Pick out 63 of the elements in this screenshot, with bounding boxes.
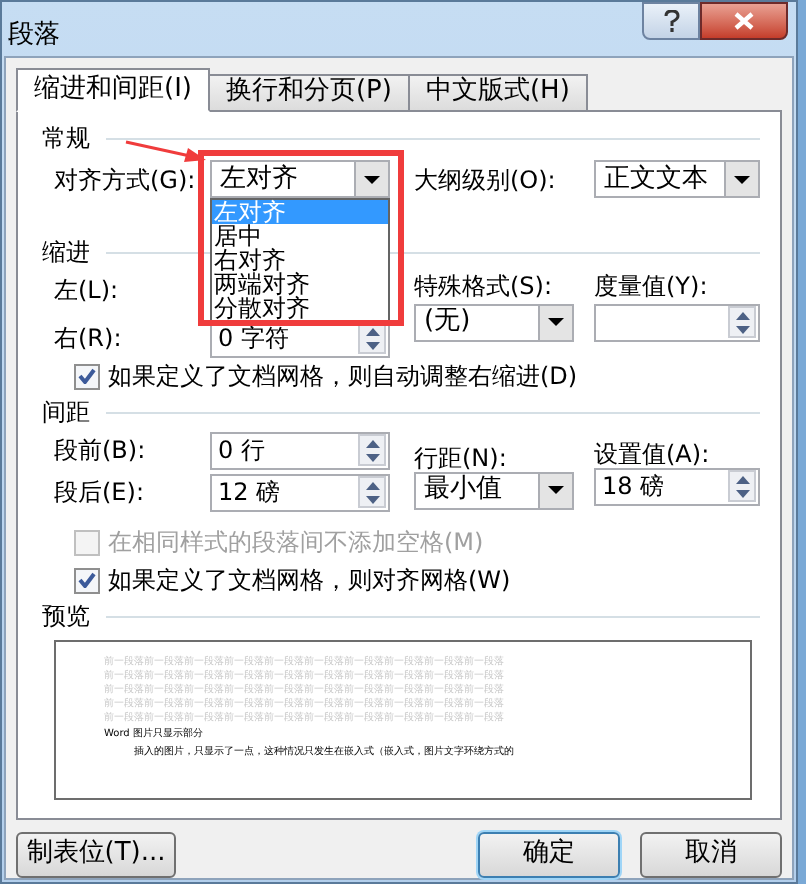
up-arrow-icon: [365, 327, 379, 335]
field-label: 设置值(A):: [594, 439, 710, 467]
up-arrow-icon: [365, 481, 379, 489]
close-icon: [734, 12, 754, 30]
combo-box[interactable]: 正文文本: [594, 160, 760, 198]
help-icon: [663, 10, 679, 32]
spin-field[interactable]: 0 行: [210, 431, 390, 469]
down-arrow-icon: [365, 495, 379, 503]
help-button[interactable]: [642, 2, 700, 40]
section-heading: 常规: [42, 124, 90, 152]
combo-box[interactable]: 左对齐: [210, 160, 390, 198]
spin-buttons[interactable]: [728, 470, 756, 502]
up-arrow-icon: [735, 475, 749, 483]
field-label: 段后(E):: [54, 478, 144, 506]
spin-field[interactable]: [594, 303, 760, 341]
field-label: 特殊格式(S):: [414, 271, 553, 299]
field-label: 左(L):: [54, 275, 119, 303]
close-button[interactable]: [700, 2, 788, 40]
dialog-button[interactable]: 取消: [640, 831, 782, 877]
annotation-arrow: [124, 140, 208, 164]
dropdown-option[interactable]: 右对齐: [212, 248, 388, 272]
field-label: 大纲级别(O):: [414, 165, 556, 193]
field-label: 对齐方式(G):: [54, 165, 196, 193]
field-label: 段前(B):: [54, 436, 146, 464]
spin-buttons[interactable]: [728, 306, 756, 338]
dropdown-arrow-icon: [364, 175, 380, 183]
spin-buttons[interactable]: [358, 476, 386, 508]
field-label: 行距(N):: [414, 443, 507, 471]
tab[interactable]: 中文版式(H): [407, 73, 588, 111]
dropdown-arrow-icon: [548, 486, 564, 494]
dropdown-option[interactable]: 居中: [212, 224, 388, 248]
section-heading: 缩进: [42, 238, 90, 266]
checkbox-label: 在相同样式的段落间不添加空格(M): [108, 528, 484, 556]
combo-box[interactable]: (无): [414, 303, 574, 341]
tab[interactable]: 换行和分页(P): [207, 73, 410, 111]
down-arrow-icon: [365, 453, 379, 461]
field-label: 度量值(Y):: [594, 271, 708, 299]
tab[interactable]: 缩进和间距(I): [16, 67, 210, 111]
dropdown-option[interactable]: 分散对齐: [212, 296, 388, 320]
checkbox-label: 如果定义了文档网格，则自动调整右缩进(D): [108, 362, 578, 390]
window-title: 段落: [8, 18, 60, 54]
dialog-button[interactable]: 制表位(T)...: [16, 831, 176, 877]
spin-field[interactable]: 18 磅: [594, 467, 760, 505]
spin-buttons[interactable]: [358, 434, 386, 466]
section-heading: 间距: [42, 398, 90, 426]
dropdown-arrow-icon: [548, 318, 564, 326]
up-arrow-icon: [365, 439, 379, 447]
section-heading: 预览: [42, 602, 90, 630]
up-arrow-icon: [735, 311, 749, 319]
checkbox-label: 如果定义了文档网格，则对齐网格(W): [108, 566, 511, 594]
spin-field[interactable]: 12 磅: [210, 473, 390, 511]
dropdown-arrow-icon: [734, 175, 750, 183]
dialog-button[interactable]: 确定: [478, 831, 620, 877]
dropdown-option[interactable]: 两端对齐: [212, 272, 388, 296]
checkmark-icon: [78, 368, 96, 384]
combo-box[interactable]: 最小值: [414, 471, 574, 509]
field-label: 右(R):: [54, 324, 122, 352]
down-arrow-icon: [735, 489, 749, 497]
checkbox[interactable]: [74, 363, 100, 389]
checkmark-icon: [78, 572, 96, 588]
down-arrow-icon: [735, 325, 749, 333]
checkbox[interactable]: [74, 567, 100, 593]
down-arrow-icon: [365, 341, 379, 349]
